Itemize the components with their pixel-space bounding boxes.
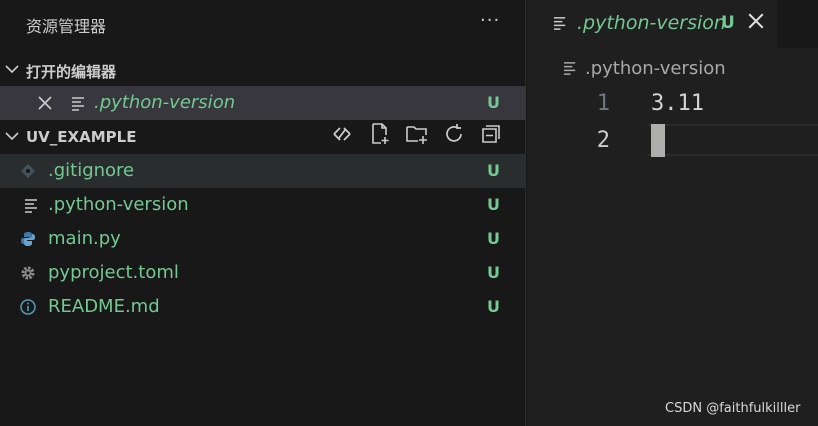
tab-python-version[interactable]: .python-version U [527, 0, 777, 48]
refresh-icon[interactable] [442, 122, 466, 146]
lines-icon [563, 62, 576, 75]
status-badge: U [487, 195, 500, 214]
file-row-gitignore[interactable]: .gitignore U [0, 154, 526, 188]
file-name: main.py [48, 228, 121, 249]
explorer-header: 资源管理器 ··· [0, 0, 526, 48]
line-number: 1 [596, 91, 610, 116]
file-row-main-py[interactable]: main.py U [0, 222, 526, 256]
chevron-down-icon [5, 65, 19, 74]
file-name: pyproject.toml [48, 262, 179, 283]
status-badge: U [487, 229, 500, 248]
new-folder-icon[interactable] [405, 122, 429, 146]
line-number: 2 [596, 128, 610, 153]
watermark: CSDN @faithfulkilller [665, 401, 801, 416]
tab-status-badge: U [721, 13, 735, 33]
chevron-down-icon [5, 132, 19, 141]
editor-area: .python-version U .python-version 1 3.11… [527, 0, 818, 426]
explorer-panel: 资源管理器 ··· 打开的编辑器 .python-version U UV_EX… [0, 0, 526, 426]
more-actions-icon[interactable]: ··· [480, 10, 500, 31]
git-icon [21, 164, 35, 178]
sync-icon[interactable] [330, 122, 354, 146]
code-line[interactable]: 3.11 [651, 91, 704, 116]
collapse-all-icon[interactable] [479, 122, 503, 146]
info-icon [20, 299, 36, 315]
status-badge: U [487, 263, 500, 282]
explorer-title: 资源管理器 [26, 17, 107, 36]
open-editor-item[interactable]: .python-version U [0, 86, 526, 120]
close-icon[interactable] [37, 95, 53, 111]
open-editor-name: .python-version [94, 92, 236, 113]
tab-bar: .python-version U [527, 0, 818, 48]
breadcrumb[interactable]: .python-version [585, 58, 726, 79]
file-name: .python-version [48, 194, 189, 215]
open-editors-header[interactable]: 打开的编辑器 [0, 54, 526, 86]
current-line-highlight [647, 124, 818, 156]
python-icon [21, 232, 35, 246]
file-row-python-version[interactable]: .python-version U [0, 188, 526, 222]
project-label: UV_EXAMPLE [26, 128, 137, 146]
new-file-icon[interactable] [368, 122, 392, 146]
gear-icon [21, 266, 35, 280]
status-badge: U [487, 93, 500, 112]
lines-icon [25, 199, 37, 213]
status-badge: U [487, 161, 500, 180]
tab-label: .python-version [577, 12, 726, 34]
lines-icon [553, 17, 566, 30]
file-name: README.md [48, 296, 160, 317]
status-badge: U [487, 297, 500, 316]
close-icon[interactable] [747, 12, 765, 30]
file-name: .gitignore [48, 160, 135, 181]
open-editors-label: 打开的编辑器 [26, 63, 117, 81]
file-row-readme[interactable]: README.md U [0, 290, 526, 324]
lines-icon [72, 97, 84, 111]
text-cursor [651, 124, 665, 157]
file-row-pyproject[interactable]: pyproject.toml U [0, 256, 526, 290]
